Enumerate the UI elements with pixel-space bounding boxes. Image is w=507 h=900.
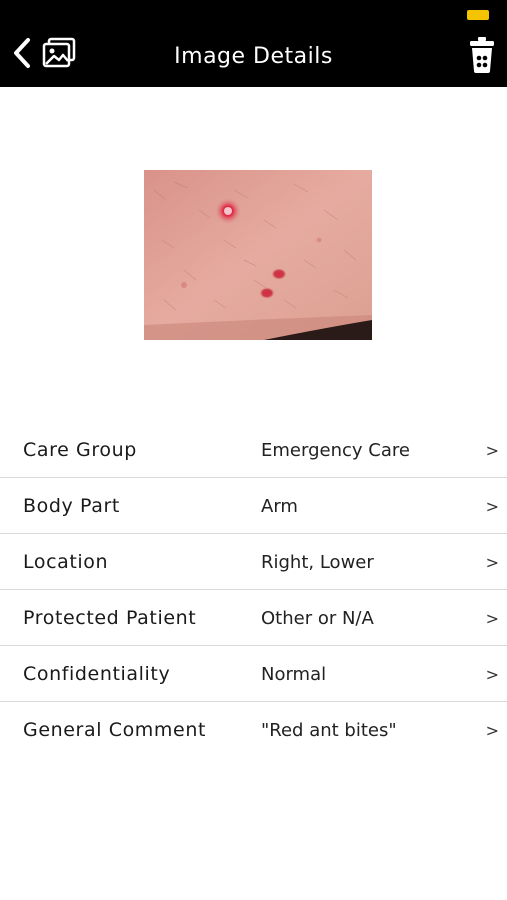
row-value: Right, Lower: [261, 552, 374, 573]
row-label: Body Part: [23, 495, 120, 517]
chevron-right-icon: >: [485, 665, 499, 684]
chevron-right-icon: >: [485, 553, 499, 572]
care-group-row[interactable]: Care Group Emergency Care >: [0, 422, 507, 478]
row-label: Confidentiality: [23, 663, 171, 685]
row-value: Emergency Care: [261, 440, 410, 461]
row-value: "Red ant bites": [261, 720, 397, 741]
page-title: Image Details: [174, 44, 333, 69]
details-list: Care Group Emergency Care > Body Part Ar…: [0, 422, 507, 757]
general-comment-row[interactable]: General Comment "Red ant bites" >: [0, 702, 507, 757]
row-value: Arm: [261, 496, 298, 517]
row-label: Protected Patient: [23, 607, 197, 629]
chevron-right-icon: >: [485, 721, 499, 740]
chevron-right-icon: >: [485, 441, 499, 460]
row-label: Care Group: [23, 439, 137, 461]
wound-photo[interactable]: [144, 170, 372, 340]
delete-button[interactable]: [467, 36, 497, 74]
skin-photo-icon: [144, 170, 372, 340]
row-label: Location: [23, 551, 109, 573]
confidentiality-row[interactable]: Confidentiality Normal >: [0, 646, 507, 702]
body-part-row[interactable]: Body Part Arm >: [0, 478, 507, 534]
protected-patient-row[interactable]: Protected Patient Other or N/A >: [0, 590, 507, 646]
app-header: Image Details: [0, 0, 507, 87]
chevron-right-icon: >: [485, 497, 499, 516]
battery-icon: [467, 10, 489, 20]
location-row[interactable]: Location Right, Lower >: [0, 534, 507, 590]
row-label: General Comment: [23, 719, 207, 741]
trash-icon: [470, 37, 494, 73]
chevron-right-icon: >: [485, 609, 499, 628]
row-value: Other or N/A: [261, 608, 374, 629]
row-value: Normal: [261, 664, 327, 685]
